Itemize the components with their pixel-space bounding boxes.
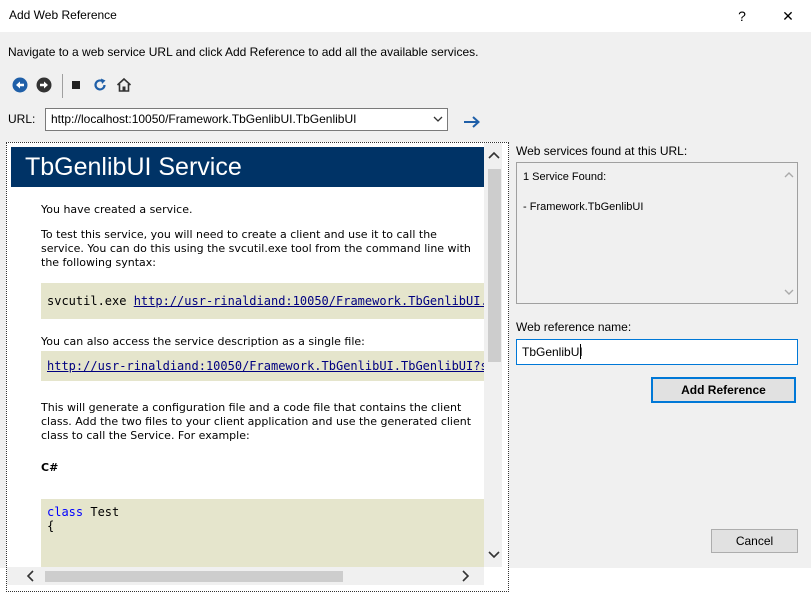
generate-text-line3: class to call the Service. For example: (41, 429, 250, 442)
url-combobox[interactable]: http://localhost:10050/Framework.TbGenli… (45, 108, 448, 131)
help-button[interactable]: ? (722, 0, 762, 32)
scroll-up-icon[interactable] (486, 147, 502, 163)
example-code-block: class Test { (41, 499, 484, 567)
code-class-name: Test (83, 505, 120, 519)
title-bar: Add Web Reference ? ✕ (0, 0, 811, 32)
service-heading-text: TbGenlibUI Service (25, 153, 242, 181)
reference-name-label: Web reference name: (516, 320, 632, 334)
close-button[interactable]: ✕ (768, 0, 808, 32)
stop-icon[interactable] (67, 76, 85, 94)
code-brace: { (47, 519, 55, 533)
reference-name-input[interactable]: TbGenlibUI (516, 339, 798, 365)
back-arrow-icon[interactable] (11, 76, 29, 94)
test-text-line2: service. You can do this using the svcut… (41, 242, 471, 255)
svcutil-link[interactable]: http://usr-rinaldiand:10050/Framework.Tb… (134, 294, 484, 308)
home-icon[interactable] (115, 76, 133, 94)
instructions-text: Navigate to a web service URL and click … (8, 45, 479, 59)
intro-text: You have created a service. (41, 203, 193, 216)
cancel-button[interactable]: Cancel (711, 529, 798, 553)
single-wsdl-link[interactable]: http://usr-rinaldiand:10050/Framework.Tb… (47, 359, 484, 373)
browser-content: TbGenlibUI Service You have created a se… (7, 143, 484, 567)
svcutil-code-block: svcutil.exe http://usr-rinaldiand:10050/… (41, 283, 484, 319)
dialog-body: Navigate to a web service URL and click … (0, 32, 811, 592)
reference-name-value[interactable]: TbGenlibUI (522, 345, 583, 359)
horizontal-scrollbar[interactable] (7, 567, 484, 585)
url-label: URL: (8, 112, 36, 126)
scroll-down-icon[interactable] (486, 547, 502, 563)
window-title: Add Web Reference (9, 8, 117, 22)
single-wsdl-code-block: http://usr-rinaldiand:10050/Framework.Tb… (41, 351, 484, 381)
text-caret (580, 344, 581, 359)
forward-arrow-icon[interactable] (35, 76, 53, 94)
svcutil-command: svcutil.exe (47, 294, 134, 308)
service-heading: TbGenlibUI Service (11, 147, 484, 187)
generate-text-line2: class. Add the two files to your client … (41, 415, 472, 428)
refresh-icon[interactable] (91, 76, 109, 94)
generate-text-line1: This will generate a configuration file … (41, 401, 462, 414)
add-reference-button[interactable]: Add Reference (651, 377, 796, 403)
vertical-scroll-thumb[interactable] (488, 169, 501, 362)
code-keyword: class (47, 505, 84, 519)
scroll-left-icon[interactable] (23, 568, 39, 584)
scroll-down-icon[interactable] (781, 284, 797, 300)
single-file-text: You can also access the service descript… (41, 335, 365, 348)
language-label: C# (41, 461, 59, 474)
vertical-scrollbar[interactable] (484, 143, 502, 567)
horizontal-scroll-thumb[interactable] (45, 571, 343, 582)
go-arrow-icon[interactable] (462, 114, 482, 130)
service-browser[interactable]: TbGenlibUI Service You have created a se… (6, 142, 509, 592)
url-value[interactable]: http://localhost:10050/Framework.TbGenli… (51, 112, 356, 126)
test-text-line1: To test this service, you will need to c… (41, 228, 437, 241)
chevron-down-icon[interactable] (429, 109, 447, 130)
service-count: 1 Service Found: (523, 171, 607, 183)
test-text-line3: the following syntax: (41, 256, 156, 269)
scroll-up-icon[interactable] (781, 167, 797, 183)
scroll-right-icon[interactable] (457, 568, 473, 584)
services-found-label: Web services found at this URL: (516, 144, 688, 158)
services-found-box[interactable]: 1 Service Found: - Framework.TbGenlibUI (516, 162, 798, 304)
toolbar-separator (62, 74, 63, 98)
service-item: - Framework.TbGenlibUI (523, 201, 644, 213)
